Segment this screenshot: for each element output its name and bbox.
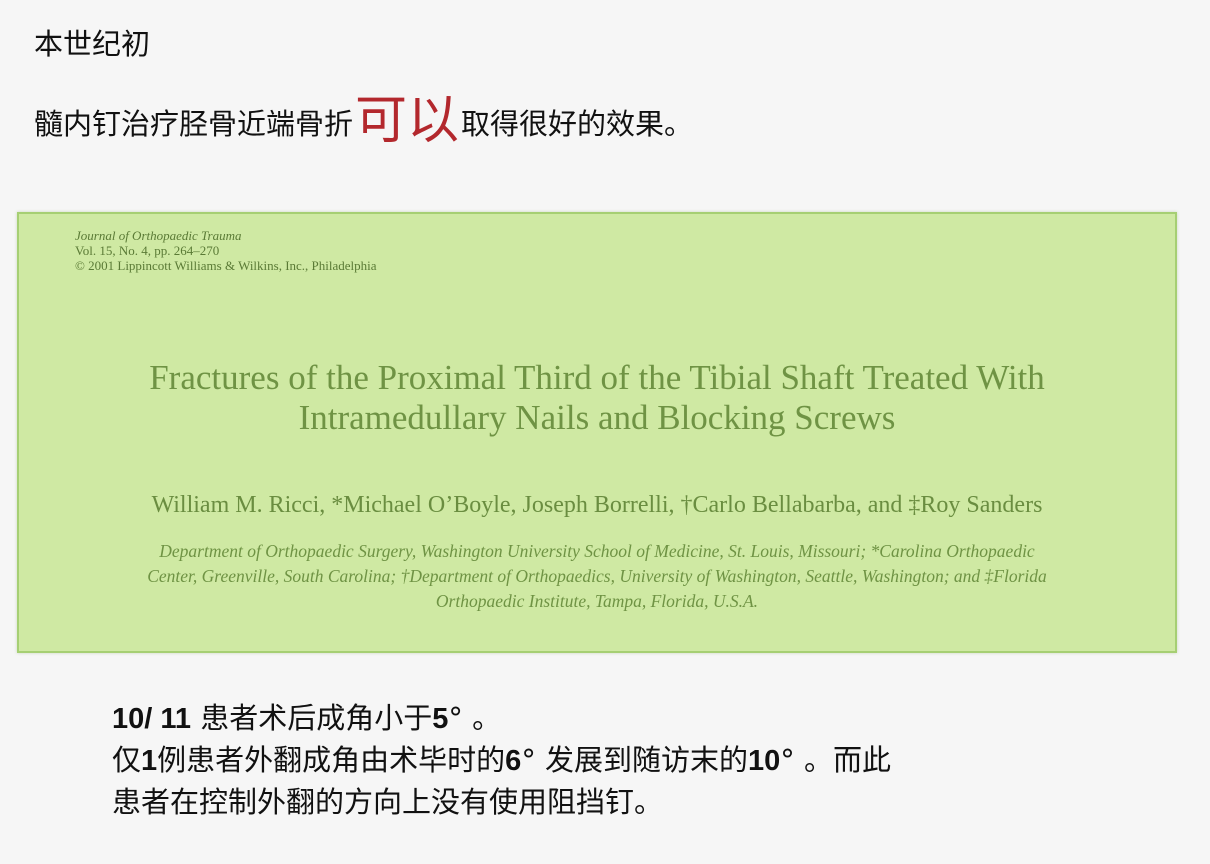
findings-text: 10/ 11 患者术后成角小于5° 。 仅1例患者外翻成角由术毕时的6° 发展到… (112, 698, 891, 823)
article-affiliations: Department of Orthopaedic Surgery, Washi… (19, 539, 1175, 614)
article-title-line: Intramedullary Nails and Blocking Screws (298, 398, 896, 437)
finding-line-3: 患者在控制外翻的方向上没有使用阻挡钉。 (112, 785, 664, 819)
affiliation-line: Center, Greenville, South Carolina; †Dep… (147, 566, 1047, 586)
slide: 本世纪初 髓内钉治疗胫骨近端骨折 可以 取得很好的效果。 Journal of … (0, 0, 1210, 864)
heading-text-after: 取得很好的效果。 (461, 107, 694, 141)
heading-text-before: 髓内钉治疗胫骨近端骨折 (34, 107, 354, 141)
article-title: Fractures of the Proximal Third of the T… (19, 358, 1175, 438)
affiliation-line: Department of Orthopaedic Surgery, Washi… (159, 541, 1035, 561)
slide-subheading: 本世纪初 (34, 27, 151, 61)
journal-volume: Vol. 15, No. 4, pp. 264–270 (75, 243, 220, 258)
affiliation-line: Orthopaedic Institute, Tampa, Florida, U… (435, 591, 759, 611)
finding-line-2: 仅1例患者外翻成角由术毕时的6° 发展到随访末的10° 。而此 (112, 743, 892, 777)
journal-info: Journal of Orthopaedic Trauma Vol. 15, N… (75, 228, 377, 273)
journal-copyright: © 2001 Lippincott Williams & Wilkins, In… (75, 258, 377, 273)
finding-count: 10/ 11 (112, 703, 192, 735)
slide-heading: 髓内钉治疗胫骨近端骨折 可以 取得很好的效果。 (34, 82, 693, 152)
journal-name: Journal of Orthopaedic Trauma (75, 228, 242, 243)
heading-emphasis: 可以 (355, 91, 460, 151)
article-title-line: Fractures of the Proximal Third of the T… (149, 358, 1045, 397)
article-authors: William M. Ricci, *Michael O’Boyle, Jose… (151, 492, 1043, 518)
finding-line-1: 10/ 11 患者术后成角小于5° 。 (112, 701, 502, 735)
article-excerpt: Journal of Orthopaedic Trauma Vol. 15, N… (17, 212, 1177, 653)
